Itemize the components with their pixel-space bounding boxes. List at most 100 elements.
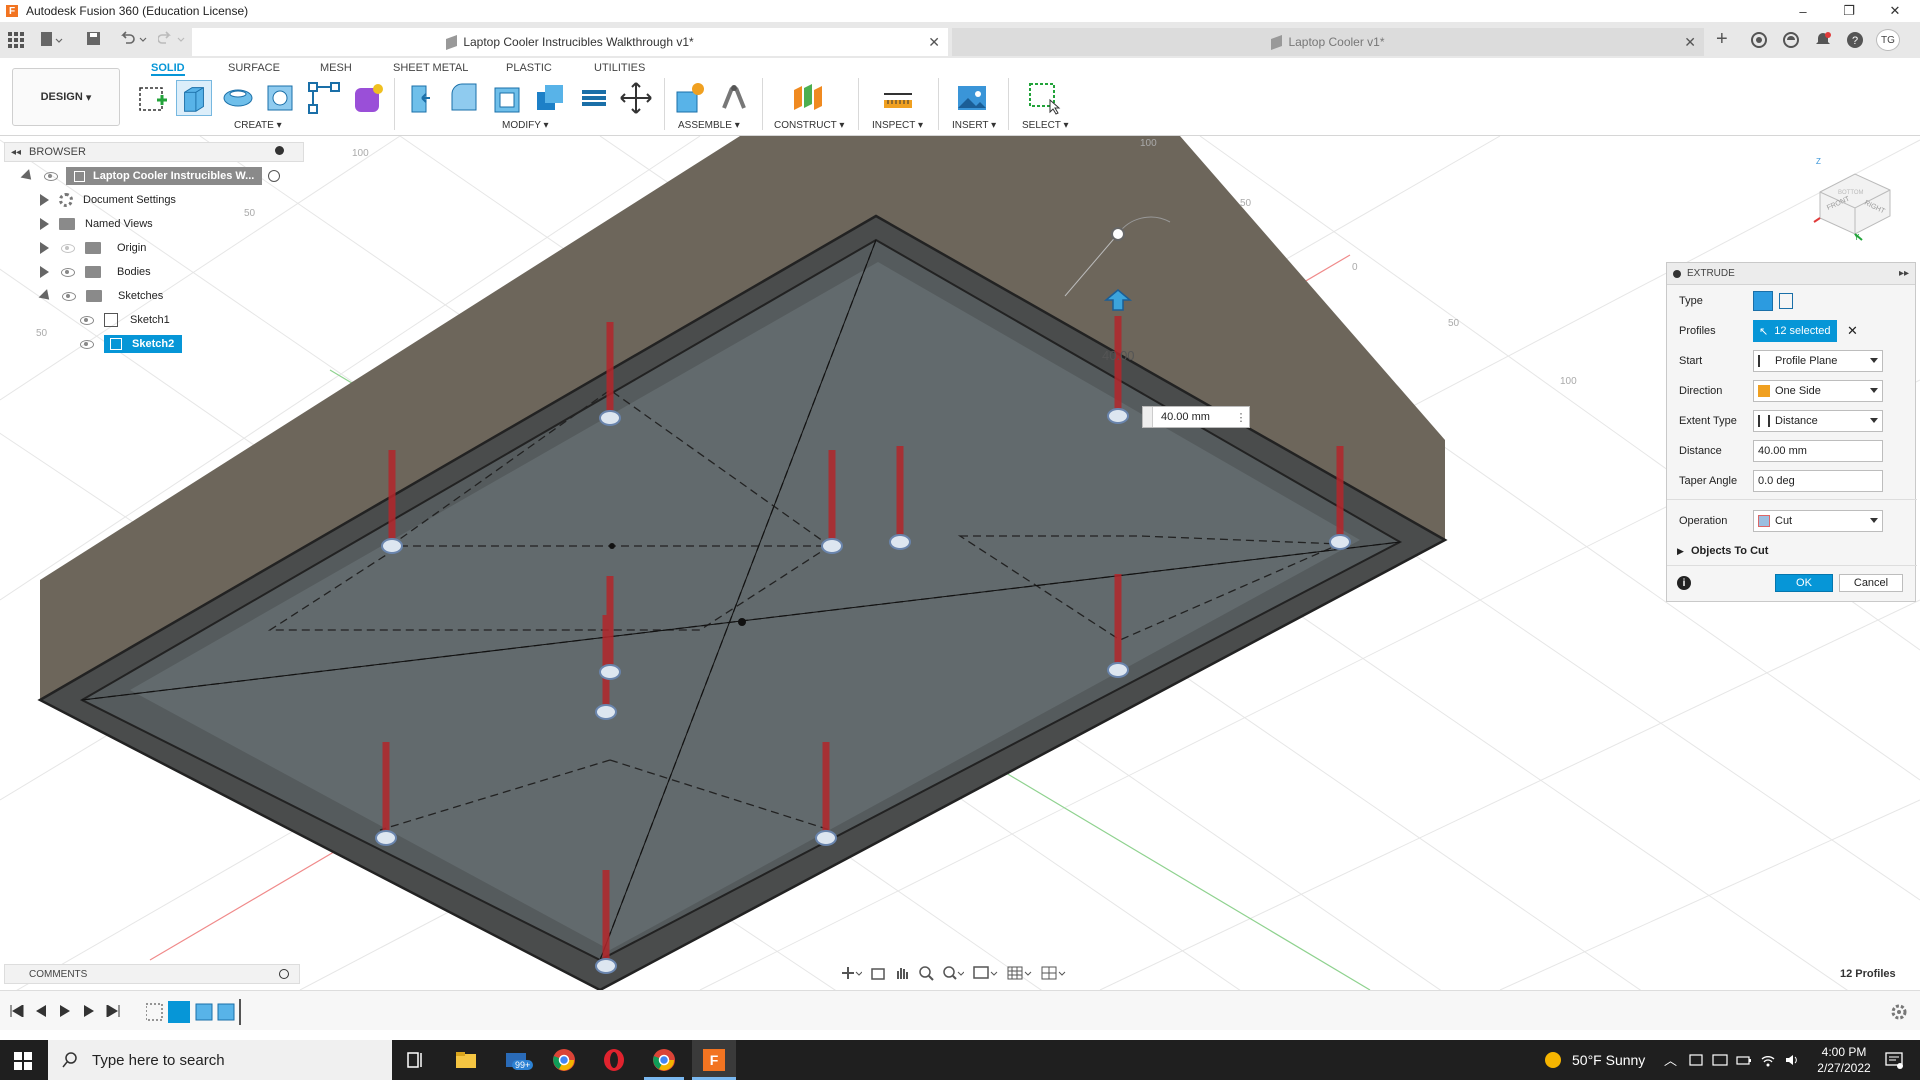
distance-input-overlay[interactable]: 40.00 mm ⋮ — [1142, 406, 1250, 428]
extensions-icon[interactable] — [1750, 31, 1768, 49]
clear-selection-icon[interactable]: ✕ — [1847, 323, 1858, 339]
taper-angle-input[interactable]: 0.0 deg — [1753, 470, 1883, 492]
form-icon[interactable] — [350, 80, 386, 116]
add-comment-icon[interactable] — [279, 969, 289, 979]
ok-button[interactable]: OK — [1775, 574, 1833, 592]
offset-plane-icon[interactable] — [790, 80, 826, 116]
meet-now-icon[interactable] — [1712, 1052, 1728, 1068]
go-to-end-icon[interactable] — [106, 1005, 120, 1017]
notifications-icon[interactable] — [1814, 31, 1832, 49]
battery-icon[interactable] — [1736, 1052, 1752, 1068]
help-icon[interactable]: ? — [1846, 31, 1864, 49]
minimize-button[interactable]: – — [1780, 0, 1826, 22]
type-solid-button[interactable] — [1753, 291, 1773, 311]
browser-item-sketch2[interactable]: Sketch2 — [4, 332, 304, 356]
tab-utilities[interactable]: UTILITIES — [594, 60, 645, 76]
browser-item-document-settings[interactable]: Document Settings — [4, 188, 304, 212]
close-window-button[interactable]: ✕ — [1872, 0, 1918, 22]
browser-item-sketch1[interactable]: Sketch1 — [4, 308, 304, 332]
direction-select[interactable]: One Side — [1753, 380, 1883, 402]
press-pull-icon[interactable] — [404, 80, 440, 116]
expand-icon[interactable] — [38, 288, 54, 304]
taskbar-search-input[interactable]: Type here to search — [48, 1040, 392, 1080]
modify-group-label[interactable]: MODIFY ▾ — [502, 120, 549, 131]
volume-icon[interactable] — [1784, 1052, 1800, 1068]
assemble-group-label[interactable]: ASSEMBLE ▾ — [678, 120, 740, 131]
file-menu-icon[interactable] — [40, 31, 64, 49]
tab-plastic[interactable]: PLASTIC — [506, 60, 552, 76]
timeline-features[interactable] — [146, 999, 246, 1025]
settings-gear-icon[interactable] — [1890, 1003, 1908, 1021]
action-center-icon[interactable] — [1884, 1050, 1904, 1070]
workspace-switcher-button[interactable]: DESIGN ▾ — [12, 68, 120, 126]
info-icon[interactable]: i — [1677, 576, 1691, 590]
save-icon[interactable] — [86, 31, 102, 47]
chrome-icon[interactable] — [552, 1048, 576, 1072]
tab-sheet-metal[interactable]: SHEET METAL — [393, 60, 468, 76]
comments-panel[interactable]: COMMENTS — [4, 964, 300, 984]
type-thin-button[interactable] — [1779, 293, 1793, 309]
inspect-group-label[interactable]: INSPECT ▾ — [872, 120, 923, 131]
expand-icon[interactable]: ▶ — [1677, 546, 1684, 557]
onedrive-icon[interactable] — [1688, 1052, 1704, 1068]
expand-icon[interactable] — [40, 194, 49, 206]
operation-select[interactable]: Cut — [1753, 510, 1883, 532]
hidden-icon[interactable] — [61, 243, 75, 253]
expand-icon[interactable] — [40, 266, 49, 278]
wifi-icon[interactable] — [1760, 1052, 1776, 1068]
file-explorer-icon[interactable] — [454, 1048, 478, 1072]
extrude-dialog-header[interactable]: EXTRUDE ▸▸ — [1667, 263, 1915, 285]
pattern-icon[interactable] — [306, 80, 342, 116]
tab-surface[interactable]: SURFACE — [228, 60, 280, 76]
fusion-taskbar-button[interactable]: F — [692, 1040, 736, 1080]
go-to-start-icon[interactable] — [10, 1005, 24, 1017]
job-status-icon[interactable] — [1782, 31, 1800, 49]
pin-icon[interactable] — [275, 146, 284, 155]
browser-item-named-views[interactable]: Named Views — [4, 212, 304, 236]
show-hidden-icons-icon[interactable]: ︿ — [1664, 1050, 1677, 1069]
visibility-icon[interactable] — [44, 171, 58, 181]
visibility-icon[interactable] — [62, 291, 76, 301]
viewports-icon[interactable] — [1040, 965, 1066, 981]
task-view-icon[interactable] — [404, 1048, 428, 1072]
fillet-icon[interactable] — [446, 80, 482, 116]
create-group-label[interactable]: CREATE ▾ — [234, 120, 282, 131]
redo-icon[interactable] — [158, 31, 188, 47]
visibility-icon[interactable] — [80, 315, 94, 325]
browser-item-origin[interactable]: Origin — [4, 236, 304, 260]
user-avatar[interactable]: TG — [1876, 29, 1900, 51]
browser-item-sketches[interactable]: Sketches — [4, 284, 304, 308]
extrude-icon[interactable] — [176, 80, 212, 116]
chrome-profile-icon[interactable] — [652, 1048, 676, 1072]
weather-text[interactable]: 50°F Sunny — [1572, 1052, 1645, 1068]
new-component-icon[interactable] — [672, 80, 708, 116]
undo-icon[interactable] — [118, 31, 148, 47]
expand-icon[interactable] — [20, 168, 36, 184]
close-tab-icon[interactable]: ✕ — [928, 34, 940, 51]
cancel-button[interactable]: Cancel — [1839, 574, 1903, 592]
profiles-selection-button[interactable]: ↖ 12 selected — [1753, 320, 1837, 342]
expand-dialog-icon[interactable]: ▸▸ — [1899, 268, 1909, 279]
drag-handle-icon[interactable] — [1143, 407, 1153, 427]
step-back-icon[interactable] — [34, 1005, 48, 1017]
new-tab-icon[interactable]: + — [1716, 28, 1728, 51]
browser-root-item[interactable]: Laptop Cooler Instrucibles W... — [4, 164, 304, 188]
insert-image-icon[interactable] — [954, 80, 990, 116]
mail-app-icon[interactable]: 99+ — [504, 1048, 534, 1072]
extent-type-select[interactable]: Distance — [1753, 410, 1883, 432]
start-select[interactable]: Profile Plane — [1753, 350, 1883, 372]
tab-solid[interactable]: SOLID — [151, 60, 185, 76]
display-settings-icon[interactable] — [972, 965, 998, 981]
view-cube[interactable]: FRONT RIGHT BOTTOM Z Y — [1810, 152, 1900, 242]
close-tab-icon[interactable]: ✕ — [1684, 34, 1696, 51]
maximize-button[interactable]: ❐ — [1826, 0, 1872, 22]
collapse-panel-icon[interactable]: ◂◂ — [11, 147, 21, 158]
visibility-icon[interactable] — [80, 339, 94, 349]
opera-icon[interactable] — [602, 1048, 626, 1072]
construct-group-label[interactable]: CONSTRUCT ▾ — [774, 120, 844, 131]
browser-item-bodies[interactable]: Bodies — [4, 260, 304, 284]
select-group-label[interactable]: SELECT ▾ — [1022, 120, 1069, 131]
expand-icon[interactable] — [40, 218, 49, 230]
zoom-icon[interactable] — [918, 965, 934, 981]
grid-snaps-icon[interactable] — [1006, 965, 1032, 981]
